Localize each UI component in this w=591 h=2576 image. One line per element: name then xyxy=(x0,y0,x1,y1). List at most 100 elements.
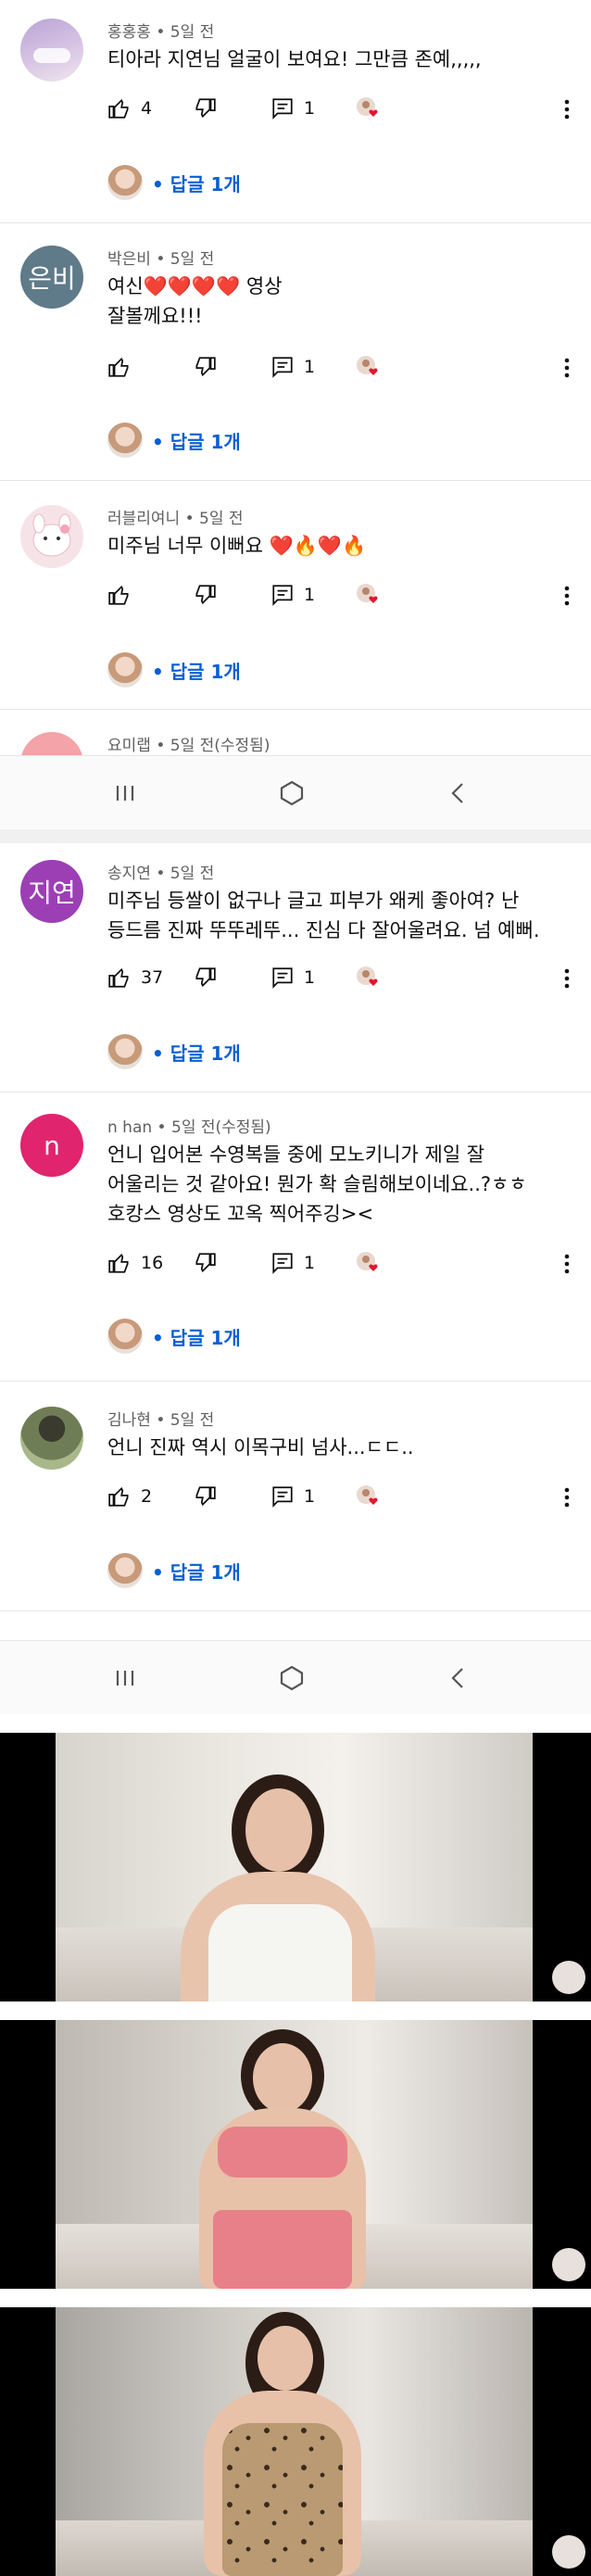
reply-button[interactable]: 1 xyxy=(270,966,315,990)
reply-button[interactable]: 1 xyxy=(270,96,315,120)
reply-button[interactable]: 1 xyxy=(270,355,315,379)
thumbs-up-icon xyxy=(108,98,129,119)
like-button[interactable]: 4 xyxy=(107,96,152,120)
comment-actions: 1 xyxy=(107,355,580,383)
comment-meta: 송지연 • 5일 전 xyxy=(107,865,215,883)
more-options-icon[interactable] xyxy=(558,583,576,609)
dislike-button[interactable] xyxy=(193,355,217,379)
gap xyxy=(0,1714,591,1733)
thumbs-down-icon xyxy=(195,1486,216,1507)
like-button[interactable]: 37 xyxy=(107,966,163,990)
reply-button[interactable]: 1 xyxy=(270,1484,315,1509)
recent-apps-button[interactable] xyxy=(83,1641,167,1715)
comment: 홍홍홍 • 5일 전 티아라 지연님 얼굴이 보여요! 그만큼 존예,,,,, … xyxy=(0,19,591,204)
comment-time: 5일 전 xyxy=(199,510,244,528)
avatar[interactable]: 은비 xyxy=(20,246,83,309)
avatar[interactable] xyxy=(20,732,83,755)
avatar-initials: n xyxy=(44,1130,60,1161)
like-button[interactable] xyxy=(107,355,141,379)
creator-heart-icon xyxy=(357,1485,378,1505)
more-options-icon[interactable] xyxy=(558,96,576,122)
comment-time: 5일 전(수정됨) xyxy=(171,1118,271,1137)
creator-heart-icon xyxy=(357,1252,378,1271)
more-options-icon[interactable] xyxy=(558,355,576,381)
creator-heart-icon xyxy=(357,97,378,117)
comment-actions: 37 1 xyxy=(107,966,580,993)
divider xyxy=(0,222,591,223)
view-replies-button[interactable]: • 답글 1개 xyxy=(107,1033,241,1070)
back-icon xyxy=(451,1668,463,1688)
dislike-button[interactable] xyxy=(193,966,217,990)
comment-meta: 홍홍홍 • 5일 전 xyxy=(107,23,215,42)
android-nav-bar xyxy=(0,1640,591,1715)
comment-actions: 4 1 xyxy=(107,96,580,124)
comment-time: 5일 전(수정됨) xyxy=(170,737,270,755)
avatar[interactable] xyxy=(20,505,83,568)
like-button[interactable] xyxy=(107,583,141,607)
thumbs-down-icon xyxy=(195,98,216,119)
dislike-button[interactable] xyxy=(193,96,217,120)
leopard-monokini-photo xyxy=(0,2307,591,2576)
reply-count: 1 xyxy=(304,357,316,377)
author-name: 박은비 xyxy=(107,250,151,269)
creator-heart xyxy=(356,355,380,379)
thumbs-up-icon xyxy=(108,357,129,377)
white-swimsuit-photo xyxy=(0,1733,591,2001)
home-button[interactable] xyxy=(250,756,333,830)
comment-text: 티아라 지연님 얼굴이 보여요! 그만큼 존예,,,,, xyxy=(107,48,482,70)
back-button[interactable] xyxy=(417,1641,500,1715)
home-icon xyxy=(280,1665,304,1691)
comment-icon xyxy=(272,1253,293,1274)
more-options-icon[interactable] xyxy=(558,1251,576,1277)
creator-heart xyxy=(356,966,380,990)
view-replies-button[interactable]: • 답글 1개 xyxy=(107,422,241,459)
like-button[interactable]: 16 xyxy=(107,1251,163,1275)
comment-meta: n han • 5일 전(수정됨) xyxy=(107,1118,271,1137)
recent-apps-icon xyxy=(116,786,134,801)
view-replies-button[interactable]: • 답글 1개 xyxy=(107,1552,241,1589)
like-count: 2 xyxy=(141,1486,153,1507)
creator-avatar xyxy=(107,1319,143,1354)
divider xyxy=(0,480,591,481)
divider xyxy=(0,1381,591,1382)
comments-screenshot-2: 지연 송지연 • 5일 전 미주님 등쌀이 없구나 글고 피부가 왜케 좋아여?… xyxy=(0,843,591,1640)
creator-avatar xyxy=(107,165,143,200)
creator-heart-icon xyxy=(357,356,378,375)
view-replies-button[interactable]: • 답글 1개 xyxy=(107,1318,241,1355)
view-replies-button[interactable]: • 답글 1개 xyxy=(107,164,241,201)
reply-label: 답글 1개 xyxy=(170,1326,241,1349)
dislike-button[interactable] xyxy=(193,1251,217,1275)
avatar[interactable] xyxy=(20,19,83,82)
recent-apps-button[interactable] xyxy=(83,756,167,830)
more-options-icon[interactable] xyxy=(558,1484,576,1510)
reply-button[interactable]: 1 xyxy=(270,1251,315,1275)
thumbs-down-icon xyxy=(195,585,216,605)
more-options-icon[interactable] xyxy=(558,966,576,991)
creator-avatar xyxy=(107,1553,143,1588)
view-replies-button[interactable]: • 답글 1개 xyxy=(107,651,241,688)
back-button[interactable] xyxy=(417,756,500,830)
comment-icon xyxy=(272,967,293,989)
reply-label: 답글 1개 xyxy=(170,1042,241,1065)
comment: 지연 송지연 • 5일 전 미주님 등쌀이 없구나 글고 피부가 왜케 좋아여?… xyxy=(0,860,591,1082)
avatar[interactable] xyxy=(20,1407,83,1470)
comment-text: 여신❤️❤️❤️❤️ 영상 잘볼께요!!! xyxy=(107,275,283,327)
dislike-button[interactable] xyxy=(193,1484,217,1509)
like-count: 16 xyxy=(141,1253,164,1273)
thumbs-up-icon xyxy=(108,1486,129,1507)
comment-time: 5일 전 xyxy=(170,23,215,42)
dislike-button[interactable] xyxy=(193,583,217,607)
comment-icon xyxy=(272,1486,293,1508)
avatar[interactable]: 지연 xyxy=(20,860,83,923)
creator-avatar xyxy=(107,652,143,688)
like-button[interactable]: 2 xyxy=(107,1484,152,1509)
creator-avatar xyxy=(107,423,143,458)
reply-button[interactable]: 1 xyxy=(270,583,315,607)
avatar[interactable]: n xyxy=(20,1114,83,1177)
creator-heart-icon xyxy=(357,966,378,986)
comment-meta: 김나현 • 5일 전 xyxy=(107,1411,215,1430)
comment-meta: 러블리여니 • 5일 전 xyxy=(107,510,244,528)
divider xyxy=(0,1610,591,1611)
home-button[interactable] xyxy=(250,1641,333,1715)
reply-count: 1 xyxy=(304,98,316,119)
